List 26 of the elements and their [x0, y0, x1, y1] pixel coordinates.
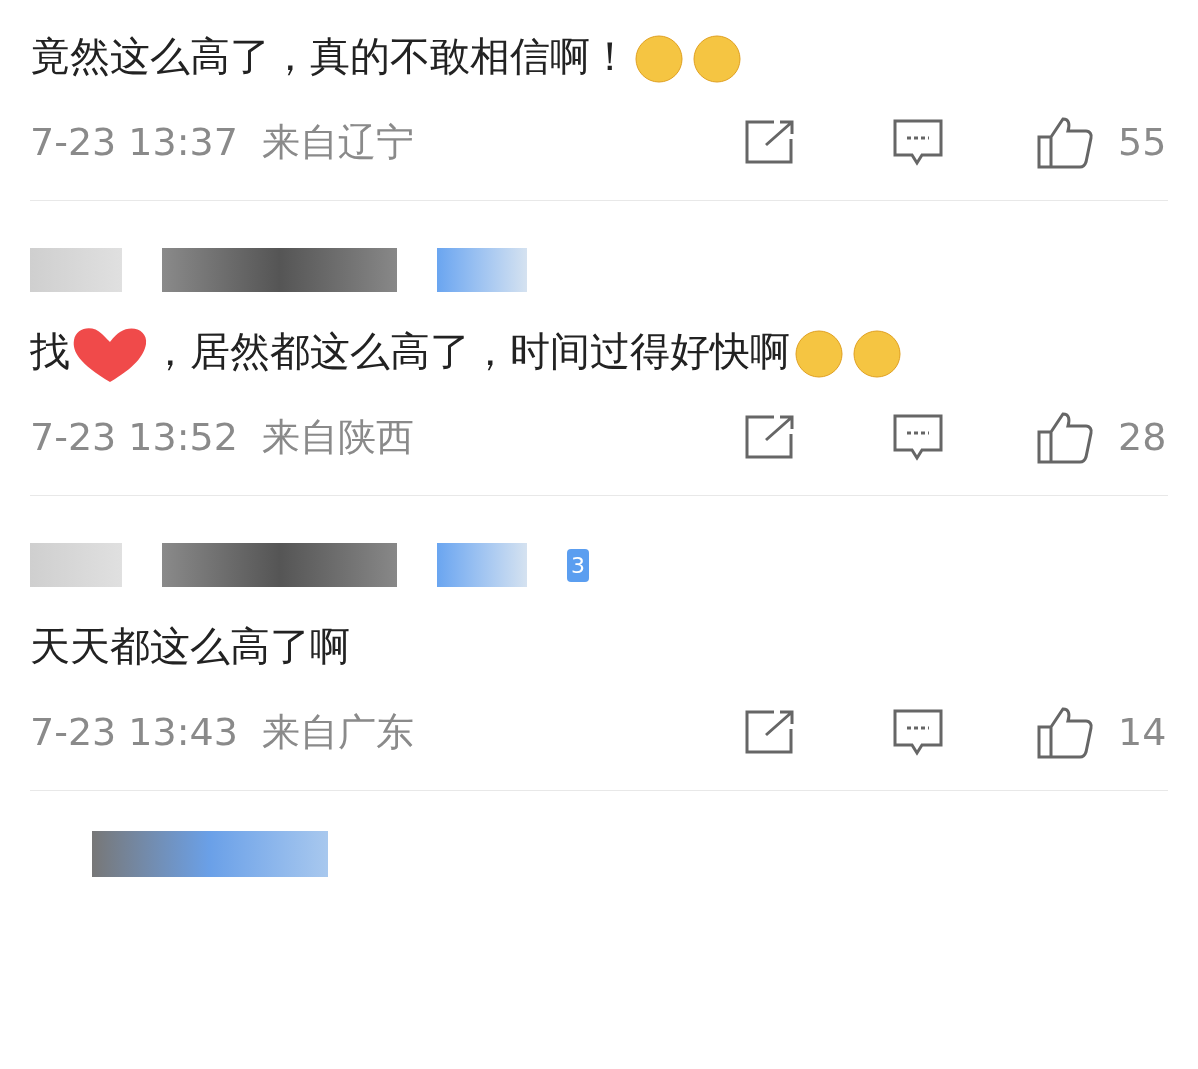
share-icon[interactable] — [744, 414, 796, 460]
like-count[interactable]: 14 — [1118, 703, 1168, 761]
comment-time: 7-23 13:37 — [30, 118, 238, 166]
comment-time: 7-23 13:43 — [30, 708, 238, 756]
comment-text: 竟然这么高了，真的不敢相信啊！ — [30, 20, 1168, 92]
like-count[interactable]: 55 — [1118, 113, 1168, 171]
comment-icon[interactable] — [892, 708, 944, 756]
comment-time: 7-23 13:52 — [30, 413, 238, 461]
comment-icon[interactable] — [892, 413, 944, 461]
share-icon[interactable] — [744, 119, 796, 165]
comment-text: 天天都这么高了啊 — [30, 622, 351, 671]
level-badge: 3 — [567, 548, 589, 582]
emoji-icon — [852, 329, 902, 379]
emoji-icon — [634, 34, 684, 84]
thumbs-up-icon[interactable] — [1036, 410, 1094, 464]
emoji-icon — [794, 329, 844, 379]
thumbs-up-icon[interactable] — [1036, 705, 1094, 759]
comment-location: 来自辽宁 — [261, 118, 414, 166]
emoji-icon — [692, 34, 742, 84]
comment-icon[interactable] — [892, 118, 944, 166]
thumbs-up-icon[interactable] — [1036, 115, 1094, 169]
comment-location: 来自陕西 — [261, 413, 414, 461]
share-icon[interactable] — [744, 709, 796, 755]
comment-text: 找 ，居然都这么高了，时间过得好快啊 — [30, 315, 1168, 387]
comment-location: 来自广东 — [261, 708, 414, 756]
like-count[interactable]: 28 — [1118, 408, 1168, 466]
